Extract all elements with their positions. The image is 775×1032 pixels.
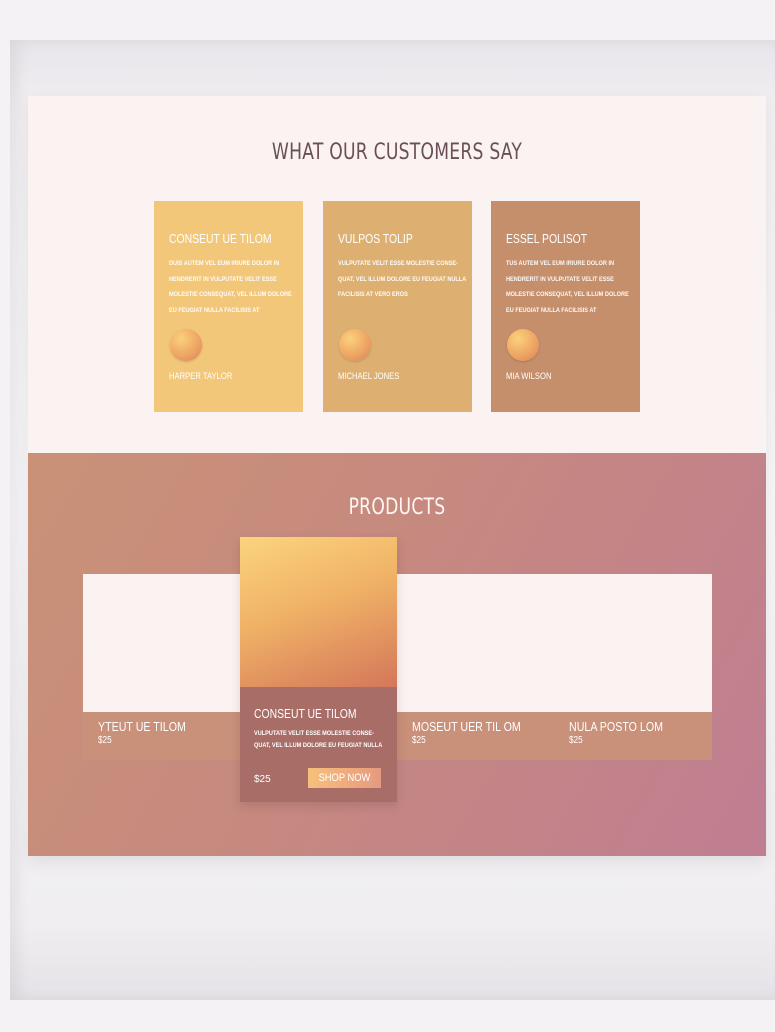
product-name: MOSEUT UER TIL OM [412, 719, 521, 734]
testimonial-author: MICHAEL JONES [338, 371, 400, 381]
avatar [170, 329, 202, 361]
featured-product-name: CONSEUT UE TILOM [254, 706, 357, 721]
product-item[interactable]: NULA POSTO LOM $25 [569, 719, 663, 746]
testimonials-title: WHAT OUR CUSTOMERS SAY [271, 140, 523, 165]
website-mockup: WHAT OUR CUSTOMERS SAY CONSEUT UE TILOM … [28, 96, 766, 856]
shop-now-label: SHOP NOW [318, 772, 371, 784]
testimonial-text: TUS AUTEM VEL EUM IRIURE DOLOR IN HENDRE… [506, 260, 629, 314]
testimonial-heading: CONSEUT UE TILOM [169, 231, 272, 246]
testimonial-author: HARPER TAYLOR [169, 371, 233, 381]
shop-now-button[interactable]: SHOP NOW [308, 768, 381, 788]
products-section: PRODUCTS YTEUT UE TILOM $25 MOSEUT UER T… [28, 453, 766, 856]
avatar [339, 329, 371, 361]
featured-product-card[interactable]: CONSEUT UE TILOM VULPUTATE VELIT ESSE MO… [240, 537, 397, 802]
testimonial-heading: ESSEL POLISOT [506, 231, 588, 246]
avatar [507, 329, 539, 361]
testimonial-text: DUIS AUTEM VEL EUM IRIURE DOLOR IN HENDR… [169, 260, 292, 314]
product-price: $25 [412, 735, 426, 746]
testimonial-card: VULPOS TOLIP VULPUTATE VELIT ESSE MOLEST… [323, 201, 472, 412]
product-item[interactable]: YTEUT UE TILOM $25 [98, 719, 186, 746]
testimonial-heading: VULPOS TOLIP [338, 231, 413, 246]
products-image-strip [83, 574, 712, 712]
product-price: $25 [98, 735, 112, 746]
product-price: $25 [569, 735, 583, 746]
testimonial-text: VULPUTATE VELIT ESSE MOLESTIE CONSE- QUA… [338, 260, 467, 298]
featured-product-price: $25 [254, 774, 271, 785]
featured-product-description: VULPUTATE VELIT ESSE MOLESTIE CONSE- QUA… [254, 730, 383, 749]
product-name: YTEUT UE TILOM [98, 719, 186, 734]
products-title: PRODUCTS [348, 495, 446, 520]
product-name: NULA POSTO LOM [569, 719, 664, 734]
product-item[interactable]: MOSEUT UER TIL OM $25 [412, 719, 521, 746]
testimonial-card: ESSEL POLISOT TUS AUTEM VEL EUM IRIURE D… [491, 201, 640, 412]
featured-product-image [240, 537, 397, 687]
featured-product-panel: CONSEUT UE TILOM VULPUTATE VELIT ESSE MO… [240, 687, 397, 802]
testimonial-author: MIA WILSON [506, 371, 552, 381]
testimonials-section: WHAT OUR CUSTOMERS SAY CONSEUT UE TILOM … [28, 96, 766, 453]
testimonial-card: CONSEUT UE TILOM DUIS AUTEM VEL EUM IRIU… [154, 201, 303, 412]
